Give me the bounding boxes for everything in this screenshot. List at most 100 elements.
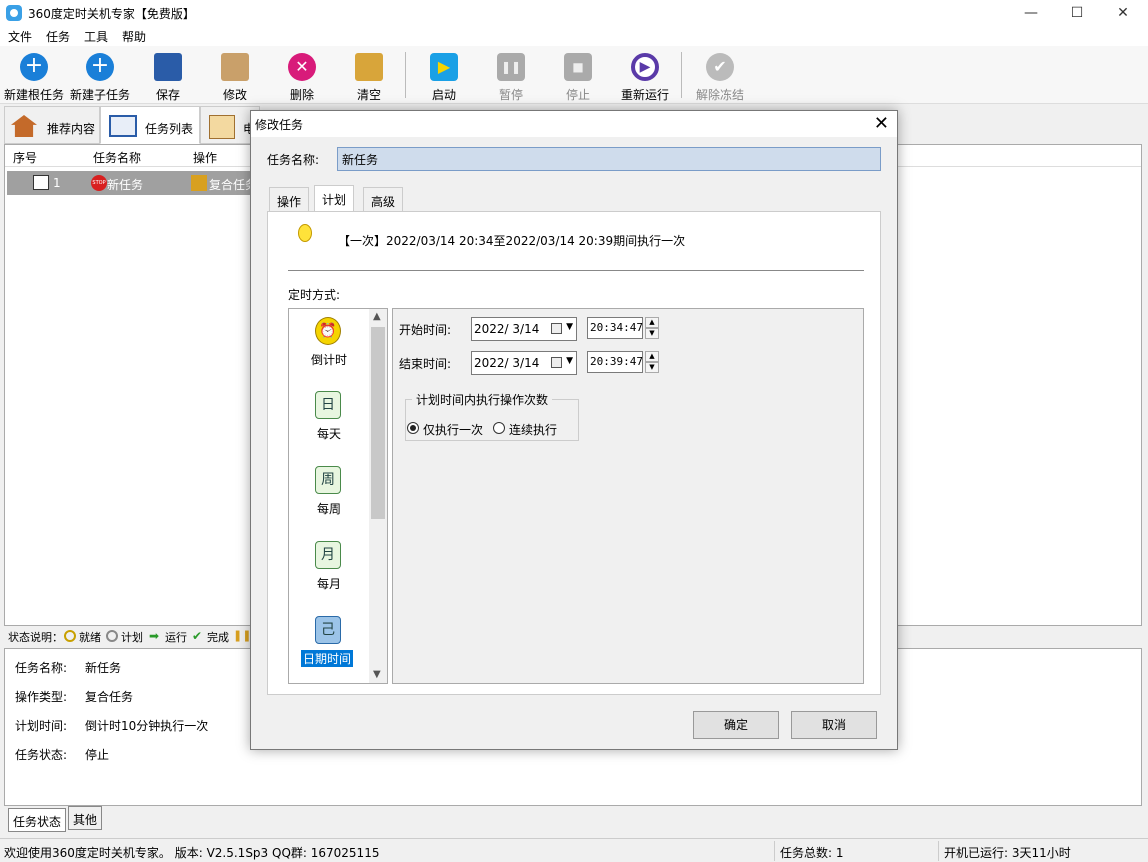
save-button[interactable]: 保存 (135, 50, 201, 104)
start-button[interactable]: ▶ 启动 (411, 50, 477, 104)
legend-ready: 就绪 (79, 631, 101, 644)
menu-tools[interactable]: 工具 (84, 28, 108, 45)
start-time-label: 开始时间: (399, 323, 452, 337)
tab-advanced[interactable]: 高级 (363, 187, 404, 211)
mode-list-scrollbar[interactable]: ▲ ▼ (369, 309, 387, 683)
close-button[interactable]: ✕ (1100, 0, 1146, 26)
start-time-spinner[interactable]: ▲ ▼ (645, 317, 659, 339)
title-bar: 360度定时关机专家【免费版】 — ☐ ✕ (0, 0, 1148, 26)
spin-up-icon[interactable]: ▲ (645, 351, 659, 362)
detail-status-value: 停止 (85, 748, 110, 762)
rerun-button[interactable]: ▶ 重新运行 (612, 50, 678, 104)
column-task-name[interactable]: 任务名称 (93, 149, 141, 166)
legend-plan: 计划 (121, 631, 143, 644)
floppy-icon (154, 53, 182, 81)
start-time-input[interactable]: 20:34:47 (587, 317, 643, 339)
stop-button[interactable]: ■ 停止 (545, 50, 611, 104)
menu-file[interactable]: 文件 (8, 28, 32, 45)
pause-button[interactable]: ❚❚ 暂停 (478, 50, 544, 104)
new-child-task-button[interactable]: + 新建子任务 (67, 50, 133, 104)
detail-name-label: 任务名称: (15, 661, 68, 675)
rerun-label: 重新运行 (620, 88, 669, 102)
tab-operation[interactable]: 操作 (269, 187, 310, 211)
detail-name-value: 新任务 (85, 661, 122, 675)
detail-plan-label: 计划时间: (15, 719, 68, 733)
menu-bar: 文件 任务 工具 帮助 (0, 26, 1148, 46)
tab-recommend[interactable]: 推荐内容 (4, 106, 100, 144)
stop-label: 停止 (565, 88, 590, 102)
broom-icon (355, 53, 383, 81)
tab-task-list[interactable]: 任务列表 (100, 106, 200, 144)
end-date-picker[interactable]: 2022/ 3/14 ▼ (471, 351, 577, 375)
window-title: 360度定时关机专家【免费版】 (28, 7, 195, 21)
minimize-button[interactable]: — (1008, 0, 1054, 26)
row-task-name: 新任务 (107, 178, 144, 192)
start-date-picker[interactable]: 2022/ 3/14 ▼ (471, 317, 577, 341)
delete-button[interactable]: ✕ 删除 (269, 50, 335, 104)
clear-button[interactable]: 清空 (336, 50, 402, 104)
task-name-input[interactable]: 新任务 (337, 147, 881, 171)
dialog-close-button[interactable]: ✕ (874, 113, 889, 134)
edit-button[interactable]: 修改 (202, 50, 268, 104)
menu-task[interactable]: 任务 (46, 28, 70, 45)
calendar-icon (551, 357, 562, 368)
calendar-week-icon: 周 (315, 466, 341, 494)
calendar-day-icon: 日 (315, 391, 341, 419)
edit-task-dialog: 修改任务 ✕ 任务名称: 新任务 操作 计划 高级 【一次】2022/03/14… (250, 110, 898, 750)
spin-down-icon[interactable]: ▼ (645, 328, 659, 339)
toolbar-separator (405, 52, 406, 98)
row-index: 1 (53, 176, 61, 190)
tab-others[interactable]: 其他 (68, 806, 103, 830)
scroll-thumb[interactable] (371, 327, 385, 519)
toolbar: + 新建根任务 + 新建子任务 保存 修改 ✕ 删除 清空 ▶ 启动 ❚❚ 暂停… (0, 46, 1148, 104)
cancel-button[interactable]: 取消 (791, 711, 877, 739)
stop-sign-icon: STOP (91, 175, 107, 191)
spin-up-icon[interactable]: ▲ (645, 317, 659, 328)
column-index[interactable]: 序号 (13, 149, 37, 166)
timing-mode-list: ⏰ 倒计时 日 每天 周 每周 月 每月 己 日期时间 ▲ ▼ (288, 308, 388, 684)
status-bar: 欢迎使用360度定时关机专家。 版本: V2.5.1Sp3 QQ群: 16702… (0, 838, 1148, 862)
scroll-down-icon[interactable]: ▼ (373, 669, 381, 680)
delete-icon: ✕ (288, 53, 316, 81)
radio-continuous-label: 连续执行 (509, 423, 558, 437)
new-root-task-label: 新建根任务 (3, 88, 64, 102)
end-time-input[interactable]: 20:39:47 (587, 351, 643, 373)
tab-recommend-label: 推荐内容 (47, 122, 96, 136)
bottom-tabs: 任务状态 其他 (4, 806, 244, 832)
plan-summary: 【一次】2022/03/14 20:34至2022/03/14 20:39期间执… (338, 234, 686, 248)
list-row-icon (33, 175, 49, 190)
tab-plan[interactable]: 计划 (314, 185, 355, 211)
main-tabs: 推荐内容 任务列表 电 (0, 104, 260, 144)
scroll-up-icon[interactable]: ▲ (373, 311, 381, 322)
menu-help[interactable]: 帮助 (122, 28, 146, 45)
mode-weekly-label: 每周 (316, 502, 341, 516)
notepad-icon (209, 115, 235, 139)
unfreeze-button[interactable]: ✔ 解除冻结 (687, 50, 753, 104)
calendar-month-icon: 月 (315, 541, 341, 569)
end-time-label: 结束时间: (399, 357, 452, 371)
legend-title: 状态说明： (8, 631, 63, 644)
divider (288, 270, 864, 271)
start-date-value: 2022/ 3/14 (474, 322, 540, 336)
save-label: 保存 (155, 88, 180, 102)
new-root-task-button[interactable]: + 新建根任务 (1, 50, 67, 104)
status-divider (774, 841, 775, 861)
row-action: 复合任务 (209, 178, 253, 192)
home-icon (11, 115, 37, 137)
mode-daily-label: 每天 (316, 427, 341, 441)
spin-down-icon[interactable]: ▼ (645, 362, 659, 373)
restart-icon: ▶ (631, 53, 659, 81)
end-time-spinner[interactable]: ▲ ▼ (645, 351, 659, 373)
run-arrow-icon: ➡ (149, 629, 160, 643)
column-action[interactable]: 操作 (193, 149, 217, 166)
maximize-button[interactable]: ☐ (1054, 0, 1100, 26)
legend-run: 运行 (165, 631, 187, 644)
tab-task-status[interactable]: 任务状态 (8, 808, 67, 832)
table-row[interactable]: 1 STOP 新任务 复合任务 (7, 171, 253, 195)
ok-button[interactable]: 确定 (693, 711, 779, 739)
composite-task-icon (191, 175, 207, 191)
new-child-task-label: 新建子任务 (69, 88, 130, 102)
pause-label: 暂停 (498, 88, 523, 102)
plus-circle-icon: + (20, 53, 48, 81)
edit-label: 修改 (222, 88, 247, 102)
